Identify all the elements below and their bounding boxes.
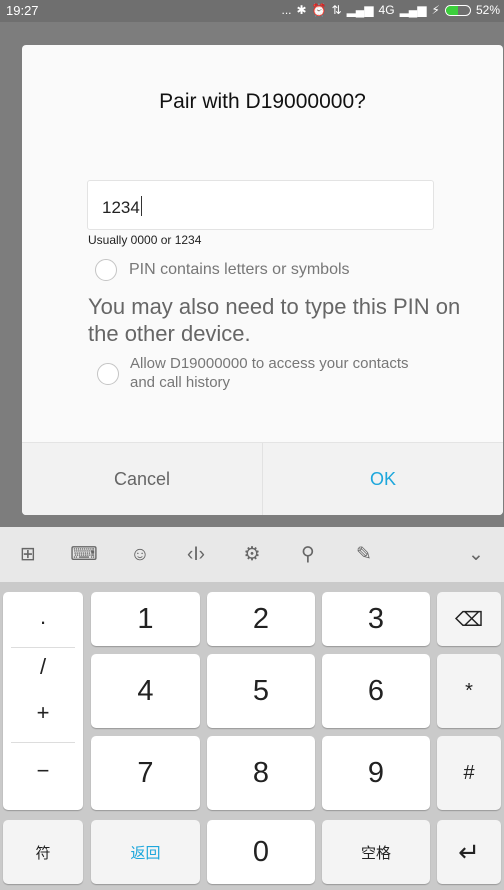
key-minus[interactable]: −	[3, 758, 83, 784]
key-5[interactable]: 5	[207, 654, 315, 728]
key-3[interactable]: 3	[322, 592, 430, 646]
ok-button[interactable]: OK	[263, 443, 503, 515]
symbol-column: . / + −	[3, 592, 83, 810]
status-bar: 19:27 ... ✱ ⏰ ⇅ ▂▄▆ 4G ▂▄▆ ⚡ 52%	[0, 0, 504, 22]
key-hash[interactable]: #	[437, 736, 501, 810]
empty-slot	[392, 527, 448, 582]
key-star[interactable]: *	[437, 654, 501, 728]
backspace-key[interactable]: ⌫	[437, 592, 501, 646]
allow-access-label[interactable]: Allow D19000000 to access your contacts …	[130, 354, 410, 392]
handwriting-icon[interactable]: ✎	[336, 527, 392, 582]
key-2[interactable]: 2	[207, 592, 315, 646]
data-transfer-icon: ⇅	[331, 3, 342, 17]
cursor-move-icon[interactable]: ‹I›	[168, 527, 224, 582]
enter-icon: ↵	[458, 836, 480, 867]
cancel-button[interactable]: Cancel	[22, 443, 263, 515]
battery-fill	[445, 5, 459, 15]
signal-strength-icon: ▂▄▆	[346, 3, 374, 17]
dialog-title: Pair with D19000000?	[159, 90, 366, 113]
grid-menu-icon[interactable]: ⊞	[0, 527, 56, 582]
key-dot[interactable]: .	[3, 604, 83, 630]
status-indicators: ... ✱ ⏰ ⇅ ▂▄▆ 4G ▂▄▆ ⚡ 52%	[281, 3, 500, 17]
settings-icon[interactable]: ⚙	[224, 527, 280, 582]
pairing-note: You may also need to type this PIN on th…	[88, 294, 461, 346]
key-9[interactable]: 9	[322, 736, 430, 810]
separator	[11, 742, 75, 743]
separator	[11, 647, 75, 648]
pairing-dialog: Pair with D19000000? 1234 Usually 0000 o…	[22, 45, 503, 515]
key-plus[interactable]: +	[3, 700, 83, 726]
key-7[interactable]: 7	[91, 736, 200, 810]
search-icon[interactable]: ⚲	[280, 527, 336, 582]
space-key[interactable]: 空格	[322, 820, 430, 884]
pin-input[interactable]: 1234	[87, 180, 434, 230]
key-8[interactable]: 8	[207, 736, 315, 810]
battery-icon	[444, 4, 471, 16]
backspace-icon: ⌫	[454, 608, 484, 631]
dialog-actions: Cancel OK	[22, 442, 503, 515]
keyboard-layout-icon[interactable]: ⌨	[56, 527, 112, 582]
key-slash[interactable]: /	[3, 654, 83, 680]
key-1[interactable]: 1	[91, 592, 200, 646]
signal-strength-2-icon: ▂▄▆	[399, 3, 427, 17]
pin-letters-radio[interactable]	[95, 259, 117, 281]
bluetooth-icon: ✱	[296, 3, 307, 17]
collapse-keyboard-icon[interactable]: ⌄	[448, 527, 504, 582]
pin-letters-label[interactable]: PIN contains letters or symbols	[129, 260, 350, 280]
pin-hint: Usually 0000 or 1234	[88, 233, 202, 247]
numeric-keyboard: . / + − 1 2 3 ⌫ 4 5 6 * 7 8 9 # 符 返回 0 空…	[0, 582, 504, 890]
more-notifications-icon: ...	[281, 3, 292, 17]
key-4[interactable]: 4	[91, 654, 200, 728]
emoji-icon[interactable]: ☺	[112, 527, 168, 582]
symbols-key[interactable]: 符	[3, 820, 83, 884]
network-type-label: 4G	[378, 3, 395, 17]
charging-icon: ⚡	[431, 3, 440, 17]
keyboard-toolbar: ⊞ ⌨ ☺ ‹I› ⚙ ⚲ ✎ ⌄	[0, 527, 504, 582]
back-key[interactable]: 返回	[91, 820, 200, 884]
battery-percent: 52%	[475, 3, 500, 17]
status-time: 19:27	[6, 3, 39, 18]
enter-key[interactable]: ↵	[437, 820, 501, 884]
key-0[interactable]: 0	[207, 820, 315, 884]
pin-input-value: 1234	[102, 198, 140, 217]
key-6[interactable]: 6	[322, 654, 430, 728]
alarm-icon: ⏰	[311, 3, 327, 17]
text-cursor	[140, 196, 143, 216]
allow-access-radio[interactable]	[97, 363, 119, 385]
